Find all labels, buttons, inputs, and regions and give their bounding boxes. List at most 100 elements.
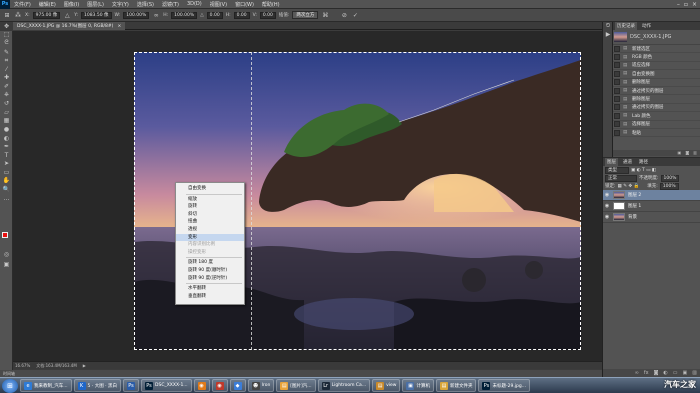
taskbar-item[interactable]: Lr Lightroom Ca... bbox=[317, 379, 371, 392]
new-document-from-state-icon[interactable]: ▣ bbox=[678, 150, 682, 156]
history-brush-source-box[interactable] bbox=[614, 112, 620, 119]
history-item[interactable]: ▤ 通过拷贝的图层 bbox=[613, 87, 700, 96]
taskbar-item[interactable]: ◉ bbox=[211, 379, 228, 392]
angle-field[interactable]: 0.00 bbox=[206, 11, 223, 19]
menu-item-3[interactable]: 图层(L) bbox=[83, 1, 108, 8]
context-menu-item[interactable]: 旋转 bbox=[176, 203, 244, 211]
start-button[interactable]: ⊞ bbox=[2, 378, 18, 393]
tab-actions[interactable]: 动作 bbox=[640, 22, 653, 30]
layer-kind-filter[interactable]: 类型 bbox=[605, 166, 629, 174]
context-menu-item[interactable]: 变形 bbox=[176, 233, 244, 242]
adjust-icon[interactable]: ◐ bbox=[663, 370, 667, 376]
x-field[interactable]: 975.00 像 bbox=[32, 11, 61, 19]
blend-mode-select[interactable]: 正常 bbox=[605, 174, 637, 182]
delta-icon[interactable]: △ bbox=[63, 11, 71, 19]
taskbar-item[interactable]: Ps bbox=[123, 379, 139, 392]
quick-select-tool-icon[interactable]: ✎ bbox=[0, 48, 13, 57]
layer-name[interactable]: 背景 bbox=[628, 214, 637, 220]
tab-paths[interactable]: 路径 bbox=[637, 158, 650, 166]
history-panel-icon[interactable]: ⏲ bbox=[603, 22, 613, 31]
y-field[interactable]: 1083.50 像 bbox=[80, 11, 112, 19]
healing-tool-icon[interactable]: ✚ bbox=[0, 74, 13, 83]
crop-tool-icon[interactable]: ⌗ bbox=[0, 56, 13, 65]
actions-panel-icon[interactable]: ▶ bbox=[603, 31, 613, 40]
clone-stamp-tool-icon[interactable]: ⎈ bbox=[0, 91, 13, 100]
quick-mask-icon[interactable]: ◎ bbox=[0, 250, 13, 259]
history-brush-source-box[interactable] bbox=[614, 70, 620, 77]
mask-icon[interactable]: ◙ bbox=[654, 370, 659, 376]
menu-item-2[interactable]: 图像(I) bbox=[60, 1, 83, 8]
history-item[interactable]: ▤ RGB 颜色 bbox=[613, 53, 700, 62]
canvas-area[interactable]: 自由变换 缩放 旋转 斜切 扭曲 透视 变形 内容识别比例 操控变形 旋转 180 度旋转 90 … bbox=[13, 31, 602, 361]
context-menu-item[interactable]: 斜切 bbox=[176, 211, 244, 219]
guide-line[interactable] bbox=[251, 52, 252, 350]
taskbar-item[interactable]: ◆ bbox=[229, 379, 246, 392]
taskbar-item[interactable]: ▤ [图片]汽... bbox=[276, 379, 316, 392]
marquee-tool-icon[interactable]: ⬚ bbox=[0, 31, 13, 40]
pen-tool-icon[interactable]: ✒ bbox=[0, 142, 13, 151]
history-item[interactable]: ▤ 新建选区 bbox=[613, 45, 700, 54]
fill-field[interactable]: 100% bbox=[659, 182, 679, 190]
tab-layers[interactable]: 图层 bbox=[605, 158, 618, 166]
lasso-tool-icon[interactable]: ᘓ bbox=[0, 39, 13, 48]
history-item[interactable]: ▤ 选择图层 bbox=[613, 121, 700, 129]
eye-icon[interactable]: ◉ bbox=[604, 203, 610, 209]
trash-icon[interactable]: ▥ bbox=[692, 370, 697, 376]
history-item[interactable]: ▤ 适应选择 bbox=[613, 62, 700, 71]
history-brush-source-box[interactable] bbox=[614, 79, 620, 86]
history-brush-source-box[interactable] bbox=[614, 96, 620, 103]
menu-item-7[interactable]: 3D(D) bbox=[183, 1, 206, 8]
opacity-field[interactable]: 100% bbox=[660, 174, 680, 182]
menu-item-0[interactable]: 文件(F) bbox=[10, 1, 35, 8]
layer-name[interactable]: 图层 1 bbox=[628, 203, 641, 209]
history-brush-source-box[interactable] bbox=[614, 129, 620, 136]
taskbar-item[interactable]: e 我来教制_汽车... bbox=[20, 379, 72, 392]
reference-point-icon[interactable]: ⁂ bbox=[14, 11, 22, 19]
history-item[interactable]: ▤ 删除图层 bbox=[613, 79, 700, 87]
more-tools-icon[interactable]: … bbox=[0, 194, 13, 203]
context-menu-item[interactable]: 旋转 90 度(逆时针) bbox=[176, 275, 244, 283]
context-menu-item[interactable]: 旋转 180 度 bbox=[176, 259, 244, 267]
layer-row[interactable]: ◉ 图层 1 bbox=[603, 201, 700, 212]
trash-icon[interactable]: ▥ bbox=[693, 150, 697, 156]
context-menu-item[interactable]: 缩放 bbox=[176, 196, 244, 204]
taskbar-item[interactable]: ▤ 新建文件夹 bbox=[435, 379, 477, 392]
history-item[interactable]: ▤ 粘贴 bbox=[613, 129, 700, 138]
gradient-tool-icon[interactable]: ▦ bbox=[0, 117, 13, 126]
link-icon[interactable]: ∞ bbox=[152, 11, 160, 19]
blur-tool-icon[interactable]: ● bbox=[0, 125, 13, 134]
foreground-color-swatch[interactable] bbox=[2, 232, 8, 238]
maximize-icon[interactable]: ▫ bbox=[684, 1, 688, 8]
shape-tool-icon[interactable]: ▭ bbox=[0, 168, 13, 177]
eye-icon[interactable]: ◉ bbox=[604, 214, 610, 220]
taskbar-item[interactable]: Ps 未标题-29.jpg... bbox=[478, 379, 531, 392]
history-item[interactable]: ▤ 自由变换图 bbox=[613, 70, 700, 79]
menu-item-1[interactable]: 编辑(E) bbox=[35, 1, 60, 8]
taskbar-item[interactable]: Ps DSC_XXXX-1... bbox=[141, 379, 192, 392]
history-brush-source-box[interactable] bbox=[614, 121, 620, 128]
tab-channels[interactable]: 通道 bbox=[621, 158, 634, 166]
taskbar-item[interactable]: ◉ bbox=[193, 379, 210, 392]
context-menu-item[interactable]: 自由变换 bbox=[176, 185, 244, 193]
taskbar-item[interactable]: ☻ Iron bbox=[247, 379, 275, 392]
history-item[interactable]: ▤ 删除图层 bbox=[613, 95, 700, 104]
link-icon[interactable]: ∞ bbox=[635, 370, 639, 376]
eyedropper-tool-icon[interactable]: ⁄ bbox=[0, 65, 13, 74]
warp-toggle-icon[interactable]: ⌘ bbox=[321, 11, 329, 19]
document-tab[interactable]: DSC_XXXX-1.JPG @ 16.7%(图层 0, RGB/8#) × bbox=[13, 22, 126, 30]
history-item[interactable]: ▤ 通过拷贝的图层 bbox=[613, 104, 700, 113]
width-field[interactable]: 100.00% bbox=[123, 11, 150, 19]
timeline-panel-tab[interactable]: 时间轴 bbox=[0, 370, 602, 377]
hand-tool-icon[interactable]: ✋ bbox=[0, 177, 13, 186]
layer-name[interactable]: 图层 2 bbox=[628, 192, 641, 198]
taskbar-item[interactable]: ▣ 计算机 bbox=[402, 379, 434, 392]
history-snapshot[interactable]: DSC_XXXX-1.JPG bbox=[613, 30, 700, 45]
context-menu-item[interactable]: 透视 bbox=[176, 226, 244, 234]
zoom-tool-icon[interactable]: 🔍 bbox=[0, 185, 13, 194]
filter-icons[interactable]: ▣ ◐ T ▭ ◧ bbox=[631, 168, 656, 173]
h-skew-field[interactable]: 0.00 bbox=[233, 11, 250, 19]
close-tab-icon[interactable]: × bbox=[117, 24, 121, 29]
history-brush-source-box[interactable] bbox=[614, 104, 620, 111]
history-brush-source-box[interactable] bbox=[614, 54, 620, 61]
context-menu-item[interactable]: 垂直翻转 bbox=[176, 293, 244, 301]
